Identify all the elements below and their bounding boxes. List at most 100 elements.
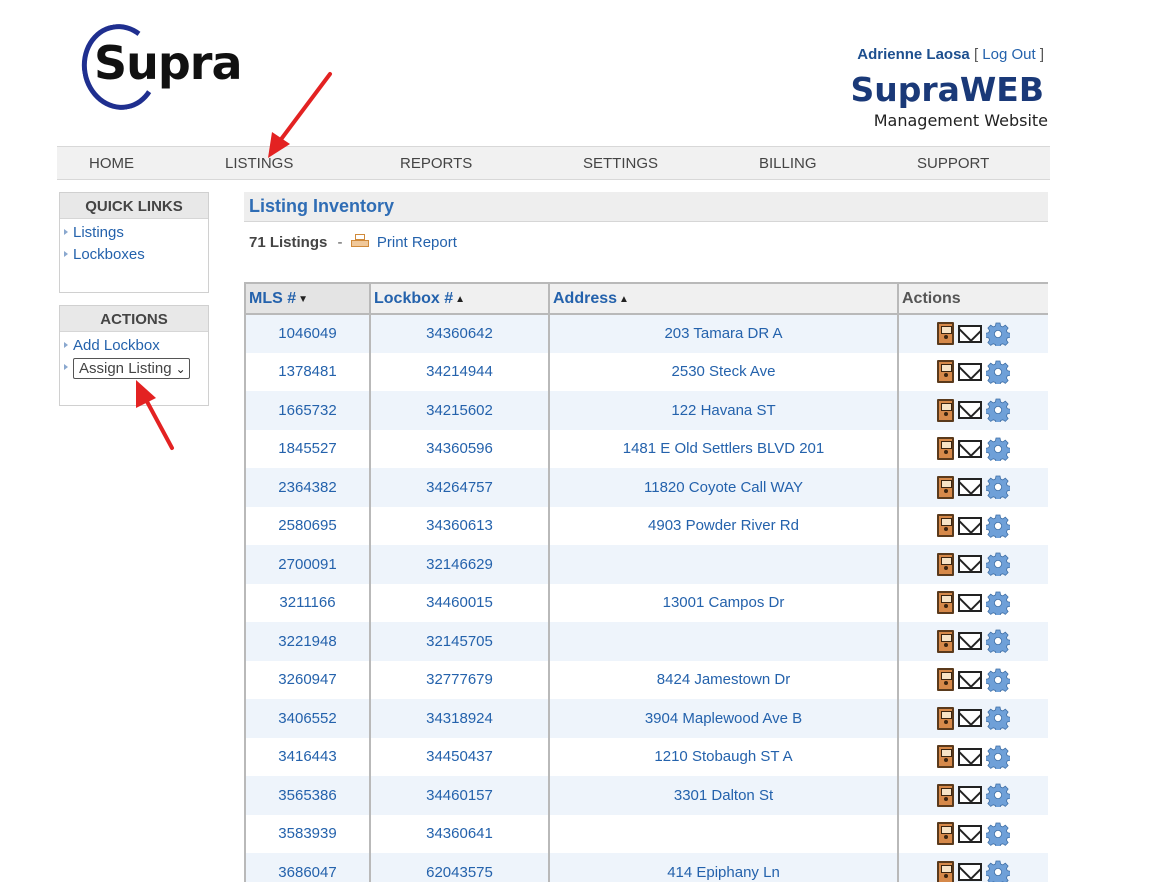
mls-cell[interactable]: 3260947 [244, 660, 371, 699]
lockbox-cell[interactable]: 34360641 [369, 814, 550, 853]
address-cell[interactable]: 122 Havana ST [548, 391, 899, 430]
mail-icon[interactable] [958, 632, 982, 651]
mail-icon[interactable] [958, 478, 982, 497]
logout-link[interactable]: Log Out [982, 46, 1035, 63]
lockbox-cell[interactable]: 34360642 [369, 314, 550, 353]
mail-icon[interactable] [958, 593, 982, 612]
mls-cell[interactable]: 3686047 [244, 853, 371, 882]
lockbox-door-icon[interactable] [937, 706, 954, 730]
gear-icon[interactable] [986, 860, 1010, 882]
mls-cell[interactable]: 2364382 [244, 468, 371, 507]
lockbox-cell[interactable]: 34214944 [369, 352, 550, 391]
mail-icon[interactable] [958, 555, 982, 574]
lockbox-door-icon[interactable] [937, 822, 954, 846]
nav-settings[interactable]: SETTINGS [583, 155, 658, 172]
add-lockbox-link[interactable]: Add Lockbox [64, 336, 208, 358]
column-address[interactable]: Address ▲︎ [548, 282, 899, 315]
lockbox-door-icon[interactable] [937, 552, 954, 576]
lockbox-door-icon[interactable] [937, 322, 954, 346]
gear-icon[interactable] [986, 398, 1010, 423]
address-cell[interactable]: 3301 Dalton St [548, 776, 899, 815]
nav-reports[interactable]: REPORTS [400, 155, 472, 172]
nav-support[interactable]: SUPPORT [917, 155, 989, 172]
mls-cell[interactable]: 1046049 [244, 314, 371, 353]
lockbox-cell[interactable]: 34450437 [369, 737, 550, 776]
gear-icon[interactable] [986, 514, 1010, 538]
address-cell[interactable]: 13001 Campos Dr [548, 583, 899, 622]
lockbox-cell[interactable]: 32146629 [369, 545, 550, 584]
mail-icon[interactable] [958, 401, 982, 420]
lockbox-cell[interactable]: 34264757 [369, 468, 550, 507]
lockbox-door-icon[interactable] [937, 398, 954, 422]
lockbox-cell[interactable]: 34360596 [369, 429, 550, 468]
lockbox-cell[interactable]: 34460015 [369, 583, 550, 622]
address-cell[interactable]: 3904 Maplewood Ave B [548, 699, 899, 738]
mail-icon[interactable] [958, 324, 982, 343]
address-cell[interactable]: 1210 Stobaugh ST A [548, 737, 899, 776]
lockbox-door-icon[interactable] [937, 745, 954, 769]
gear-icon[interactable] [986, 668, 1010, 692]
gear-icon[interactable] [986, 475, 1010, 500]
lockbox-door-icon[interactable] [937, 629, 954, 653]
mail-icon[interactable] [958, 824, 982, 843]
nav-home[interactable]: HOME [89, 155, 134, 172]
mls-cell[interactable]: 3416443 [244, 737, 371, 776]
quick-link-lockboxes[interactable]: Lockboxes [64, 245, 208, 267]
lockbox-door-icon[interactable] [937, 475, 954, 499]
address-cell[interactable]: 2530 Steck Ave [548, 352, 899, 391]
address-cell[interactable]: 1481 E Old Settlers BLVD 201 [548, 429, 899, 468]
lockbox-door-icon[interactable] [937, 591, 954, 615]
lockbox-cell[interactable]: 34460157 [369, 776, 550, 815]
mail-icon[interactable] [958, 709, 982, 728]
quick-link-listings[interactable]: Listings [64, 223, 208, 245]
gear-icon[interactable] [986, 783, 1010, 808]
address-cell[interactable]: 11820 Coyote Call WAY [548, 468, 899, 507]
column-lockbox[interactable]: Lockbox # ▲︎ [369, 282, 550, 315]
mls-cell[interactable]: 1378481 [244, 352, 371, 391]
mls-cell[interactable]: 3565386 [244, 776, 371, 815]
supra-logo[interactable]: Supra [75, 18, 243, 116]
mail-icon[interactable] [958, 863, 982, 882]
mls-cell[interactable]: 3406552 [244, 699, 371, 738]
address-cell[interactable] [548, 814, 899, 853]
address-cell[interactable] [548, 622, 899, 661]
address-cell[interactable]: 203 Tamara DR A [548, 314, 899, 353]
gear-icon[interactable] [986, 322, 1010, 346]
print-report-link[interactable]: Print Report [377, 234, 457, 251]
gear-icon[interactable] [986, 360, 1010, 384]
mls-cell[interactable]: 1845527 [244, 429, 371, 468]
gear-icon[interactable] [986, 552, 1010, 577]
lockbox-cell[interactable]: 34318924 [369, 699, 550, 738]
address-cell[interactable] [548, 545, 899, 584]
nav-billing[interactable]: BILLING [759, 155, 817, 172]
mls-cell[interactable]: 2700091 [244, 545, 371, 584]
lockbox-door-icon[interactable] [937, 783, 954, 807]
mail-icon[interactable] [958, 439, 982, 458]
mls-cell[interactable]: 2580695 [244, 506, 371, 545]
gear-icon[interactable] [986, 437, 1010, 461]
lockbox-door-icon[interactable] [937, 860, 954, 882]
lockbox-cell[interactable]: 62043575 [369, 853, 550, 882]
mls-cell[interactable]: 3221948 [244, 622, 371, 661]
address-cell[interactable]: 414 Epiphany Ln [548, 853, 899, 882]
mail-icon[interactable] [958, 362, 982, 381]
lockbox-cell[interactable]: 32777679 [369, 660, 550, 699]
gear-icon[interactable] [986, 591, 1010, 615]
mls-cell[interactable]: 3211166 [244, 583, 371, 622]
mail-icon[interactable] [958, 670, 982, 689]
lockbox-door-icon[interactable] [937, 437, 954, 461]
mail-icon[interactable] [958, 747, 982, 766]
lockbox-door-icon[interactable] [937, 514, 954, 538]
lockbox-cell[interactable]: 34215602 [369, 391, 550, 430]
mail-icon[interactable] [958, 516, 982, 535]
mls-cell[interactable]: 3583939 [244, 814, 371, 853]
mls-cell[interactable]: 1665732 [244, 391, 371, 430]
address-cell[interactable]: 4903 Powder River Rd [548, 506, 899, 545]
lockbox-cell[interactable]: 34360613 [369, 506, 550, 545]
column-mls[interactable]: MLS # ▼ [244, 282, 371, 315]
lockbox-door-icon[interactable] [937, 360, 954, 384]
printer-icon[interactable] [350, 234, 369, 248]
gear-icon[interactable] [986, 706, 1010, 731]
lockbox-cell[interactable]: 32145705 [369, 622, 550, 661]
mail-icon[interactable] [958, 786, 982, 805]
